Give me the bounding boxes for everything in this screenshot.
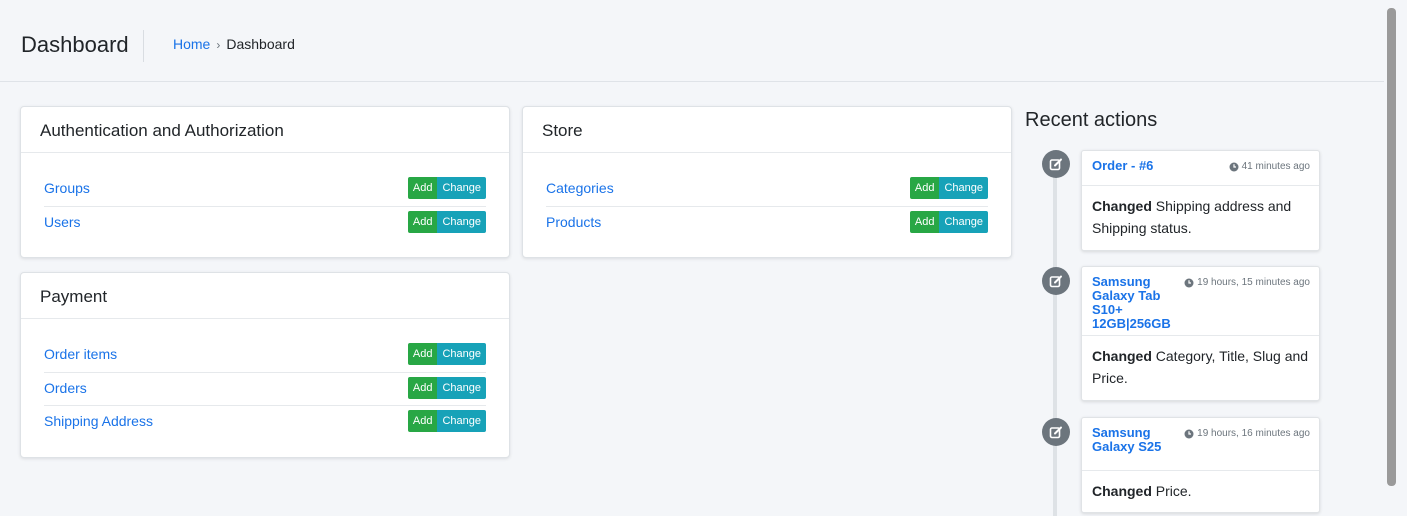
recent-action-time: 41 minutes ago	[1229, 161, 1310, 172]
model-row-orders: Orders Add Change	[44, 372, 486, 405]
edit-icon	[1042, 150, 1070, 178]
model-row-shipping-address: Shipping Address Add Change	[44, 405, 486, 438]
recent-action-verb: Changed	[1092, 348, 1152, 364]
model-row-categories: Categories Add Change	[546, 173, 988, 206]
add-button[interactable]: Add	[909, 211, 940, 233]
page-title: Dashboard	[21, 32, 129, 57]
change-button[interactable]: Change	[437, 211, 486, 233]
model-row-users: Users Add Change	[44, 206, 486, 239]
title-divider	[143, 30, 144, 62]
app-card-auth: Authentication and Authorization Groups …	[20, 106, 510, 258]
model-row-groups: Groups Add Change	[44, 173, 486, 206]
recent-action-time-text: 19 hours, 16 minutes ago	[1197, 428, 1310, 439]
recent-action-time: 19 hours, 16 minutes ago	[1184, 428, 1310, 439]
content-header: Dashboard Home › Dashboard	[0, 7, 1384, 82]
model-link-categories[interactable]: Categories	[546, 180, 614, 196]
recent-action-verb: Changed	[1092, 198, 1152, 214]
model-row-products: Products Add Change	[546, 206, 988, 239]
recent-action-description: Changed Price.	[1082, 471, 1319, 511]
change-button[interactable]: Change	[437, 343, 486, 365]
model-actions: Add Change	[407, 377, 486, 399]
breadcrumb-current: Dashboard	[226, 36, 295, 52]
edit-icon	[1042, 267, 1070, 295]
change-button[interactable]: Change	[437, 177, 486, 199]
add-button[interactable]: Add	[407, 377, 438, 399]
breadcrumb: Home › Dashboard	[173, 36, 295, 52]
add-button[interactable]: Add	[909, 177, 940, 199]
model-link-users[interactable]: Users	[44, 214, 81, 230]
app-card-title: Store	[523, 107, 1011, 153]
model-link-shipping-address[interactable]: Shipping Address	[44, 413, 153, 429]
clock-icon	[1184, 429, 1194, 438]
app-card-payment: Payment Order items Add Change Orders Ad…	[20, 272, 510, 458]
edit-icon	[1042, 418, 1070, 446]
recent-action-item: Order - #6 41 minutes ago Changed Shippi…	[1081, 150, 1320, 251]
model-actions: Add Change	[909, 211, 988, 233]
recent-action-link[interactable]: Samsung Galaxy S25	[1092, 426, 1167, 454]
recent-action-item: Samsung Galaxy Tab S10+ 12GB|256GB 19 ho…	[1081, 266, 1320, 401]
model-actions: Add Change	[407, 343, 486, 365]
change-button[interactable]: Change	[939, 211, 988, 233]
app-card-title: Authentication and Authorization	[21, 107, 509, 153]
recent-action-time: 19 hours, 15 minutes ago	[1184, 277, 1310, 288]
model-row-order-items: Order items Add Change	[44, 339, 486, 372]
breadcrumb-separator: ›	[216, 38, 221, 52]
recent-action-link[interactable]: Samsung Galaxy Tab S10+ 12GB|256GB	[1092, 275, 1171, 331]
recent-actions-title: Recent actions	[1025, 109, 1158, 131]
change-button[interactable]: Change	[437, 377, 486, 399]
recent-action-verb: Changed	[1092, 483, 1152, 499]
recent-action-time-text: 41 minutes ago	[1241, 161, 1310, 172]
app-card-store: Store Categories Add Change Products Add…	[522, 106, 1012, 258]
change-button[interactable]: Change	[939, 177, 988, 199]
model-link-products[interactable]: Products	[546, 214, 601, 230]
model-actions: Add Change	[909, 177, 988, 199]
recent-action-detail: Price.	[1155, 483, 1192, 499]
add-button[interactable]: Add	[407, 343, 438, 365]
model-actions: Add Change	[407, 410, 486, 432]
recent-action-time-text: 19 hours, 15 minutes ago	[1197, 277, 1310, 288]
model-actions: Add Change	[407, 177, 486, 199]
recent-action-link[interactable]: Order - #6	[1092, 159, 1212, 173]
clock-icon	[1184, 278, 1194, 287]
add-button[interactable]: Add	[407, 177, 438, 199]
recent-action-item: Samsung Galaxy S25 19 hours, 16 minutes …	[1081, 417, 1320, 513]
change-button[interactable]: Change	[437, 410, 486, 432]
model-link-orders[interactable]: Orders	[44, 380, 87, 396]
add-button[interactable]: Add	[407, 211, 438, 233]
recent-action-description: Changed Category, Title, Slug and Price.	[1082, 336, 1319, 398]
model-link-order-items[interactable]: Order items	[44, 346, 117, 362]
model-link-groups[interactable]: Groups	[44, 180, 90, 196]
add-button[interactable]: Add	[407, 410, 438, 432]
model-actions: Add Change	[407, 211, 486, 233]
app-card-title: Payment	[21, 273, 509, 319]
scrollbar-thumb[interactable]	[1387, 8, 1396, 486]
clock-icon	[1229, 162, 1239, 171]
timeline-line	[1053, 150, 1057, 516]
recent-action-description: Changed Shipping address and Shipping st…	[1082, 186, 1319, 248]
breadcrumb-home-link[interactable]: Home	[173, 36, 210, 52]
